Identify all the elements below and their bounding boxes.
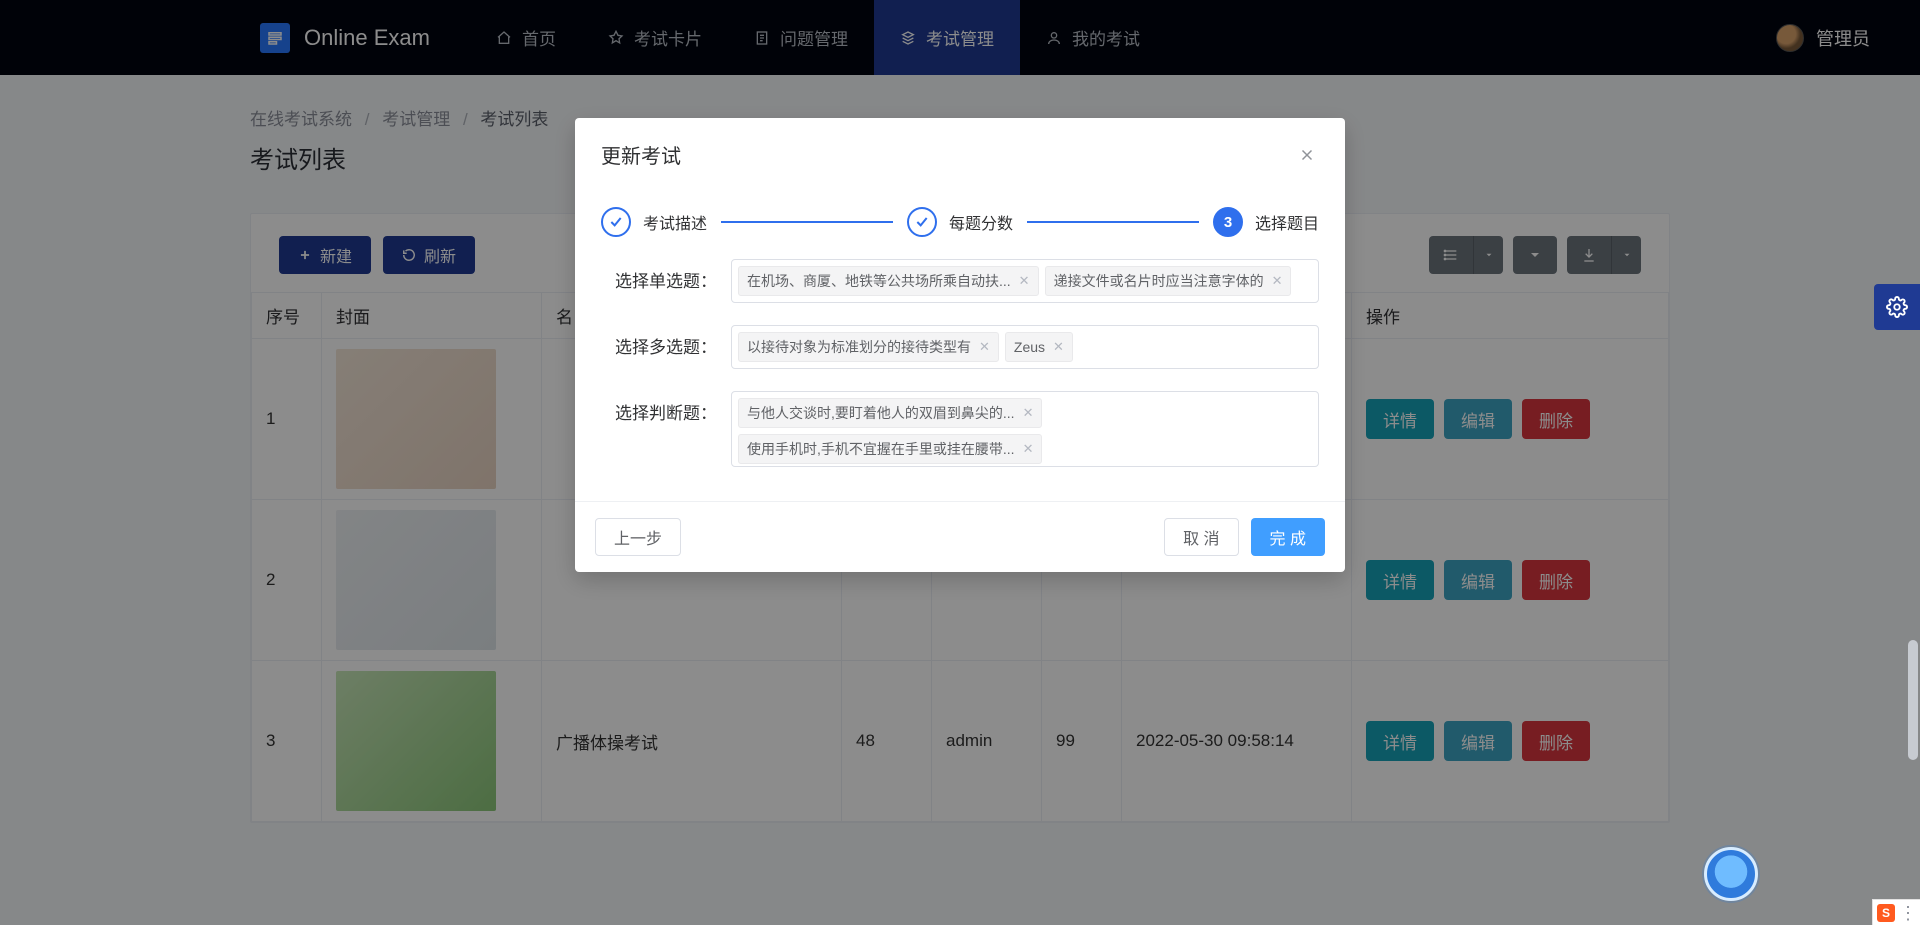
step-3: 3 选择题目 <box>1213 207 1319 237</box>
label-single: 选择单选题： <box>601 259 731 292</box>
multi-tag-1: 以接待对象为标准划分的接待类型有✕ <box>738 332 999 362</box>
single-tag-2: 递接文件或名片时应当注意字体的✕ <box>1045 266 1292 296</box>
check-icon <box>907 207 937 237</box>
step-1-title: 考试描述 <box>643 210 707 234</box>
label-judge: 选择判断题： <box>601 391 731 424</box>
step-2: 每题分数 <box>907 207 1013 237</box>
tag-remove-icon[interactable]: ✕ <box>1053 339 1064 355</box>
row-judge: 选择判断题： 与他人交谈时,要盯着他人的双眉到鼻尖的...✕ 使用手机时,手机不… <box>601 391 1319 467</box>
steps: 考试描述 每题分数 3 选择题目 <box>601 191 1319 259</box>
close-icon[interactable] <box>1295 143 1319 167</box>
dialog-title: 更新考试 <box>601 140 681 169</box>
step-2-title: 每题分数 <box>949 210 1013 234</box>
dev-badge-text: S <box>1877 904 1895 922</box>
cancel-button[interactable]: 取 消 <box>1164 518 1238 556</box>
step-3-title: 选择题目 <box>1255 210 1319 234</box>
single-tag-1: 在机场、商厦、地铁等公共场所乘自动扶...✕ <box>738 266 1039 296</box>
dialog-footer: 上一步 取 消 完 成 <box>575 501 1345 572</box>
step-number-icon: 3 <box>1213 207 1243 237</box>
label-multi: 选择多选题： <box>601 325 731 358</box>
dev-badge[interactable]: S ⋮ <box>1872 899 1920 925</box>
prev-button[interactable]: 上一步 <box>595 518 681 556</box>
gear-icon <box>1886 296 1908 318</box>
step-1: 考试描述 <box>601 207 707 237</box>
dialog-header: 更新考试 <box>575 118 1345 179</box>
done-button[interactable]: 完 成 <box>1251 518 1325 556</box>
scrollbar[interactable] <box>1904 640 1920 760</box>
tag-remove-icon[interactable]: ✕ <box>1023 405 1034 421</box>
multi-select[interactable]: 以接待对象为标准划分的接待类型有✕ Zeus✕ <box>731 325 1319 369</box>
single-select[interactable]: 在机场、商厦、地铁等公共场所乘自动扶...✕ 递接文件或名片时应当注意字体的✕ <box>731 259 1319 303</box>
tag-remove-icon[interactable]: ✕ <box>979 339 990 355</box>
tag-remove-icon[interactable]: ✕ <box>1023 441 1034 457</box>
tag-remove-icon[interactable]: ✕ <box>1019 273 1030 289</box>
row-multi: 选择多选题： 以接待对象为标准划分的接待类型有✕ Zeus✕ <box>601 325 1319 369</box>
update-exam-dialog: 更新考试 考试描述 每题分数 3 选择题目 <box>575 118 1345 572</box>
assistant-fab[interactable] <box>1704 847 1758 901</box>
tag-remove-icon[interactable]: ✕ <box>1272 273 1283 289</box>
step-line <box>721 221 893 223</box>
row-single: 选择单选题： 在机场、商厦、地铁等公共场所乘自动扶...✕ 递接文件或名片时应当… <box>601 259 1319 303</box>
settings-fab[interactable] <box>1874 284 1920 330</box>
judge-tag-2: 使用手机时,手机不宜握在手里或挂在腰带...✕ <box>738 434 1042 464</box>
dev-badge-dots: ⋮ <box>1899 904 1917 922</box>
multi-tag-2: Zeus✕ <box>1005 332 1073 362</box>
step-line <box>1027 221 1199 223</box>
judge-tag-1: 与他人交谈时,要盯着他人的双眉到鼻尖的...✕ <box>738 398 1042 428</box>
check-icon <box>601 207 631 237</box>
judge-select[interactable]: 与他人交谈时,要盯着他人的双眉到鼻尖的...✕ 使用手机时,手机不宜握在手里或挂… <box>731 391 1319 467</box>
dialog-body: 考试描述 每题分数 3 选择题目 选择单选题： 在机场、商厦、地铁等公共场所乘自… <box>575 179 1345 501</box>
